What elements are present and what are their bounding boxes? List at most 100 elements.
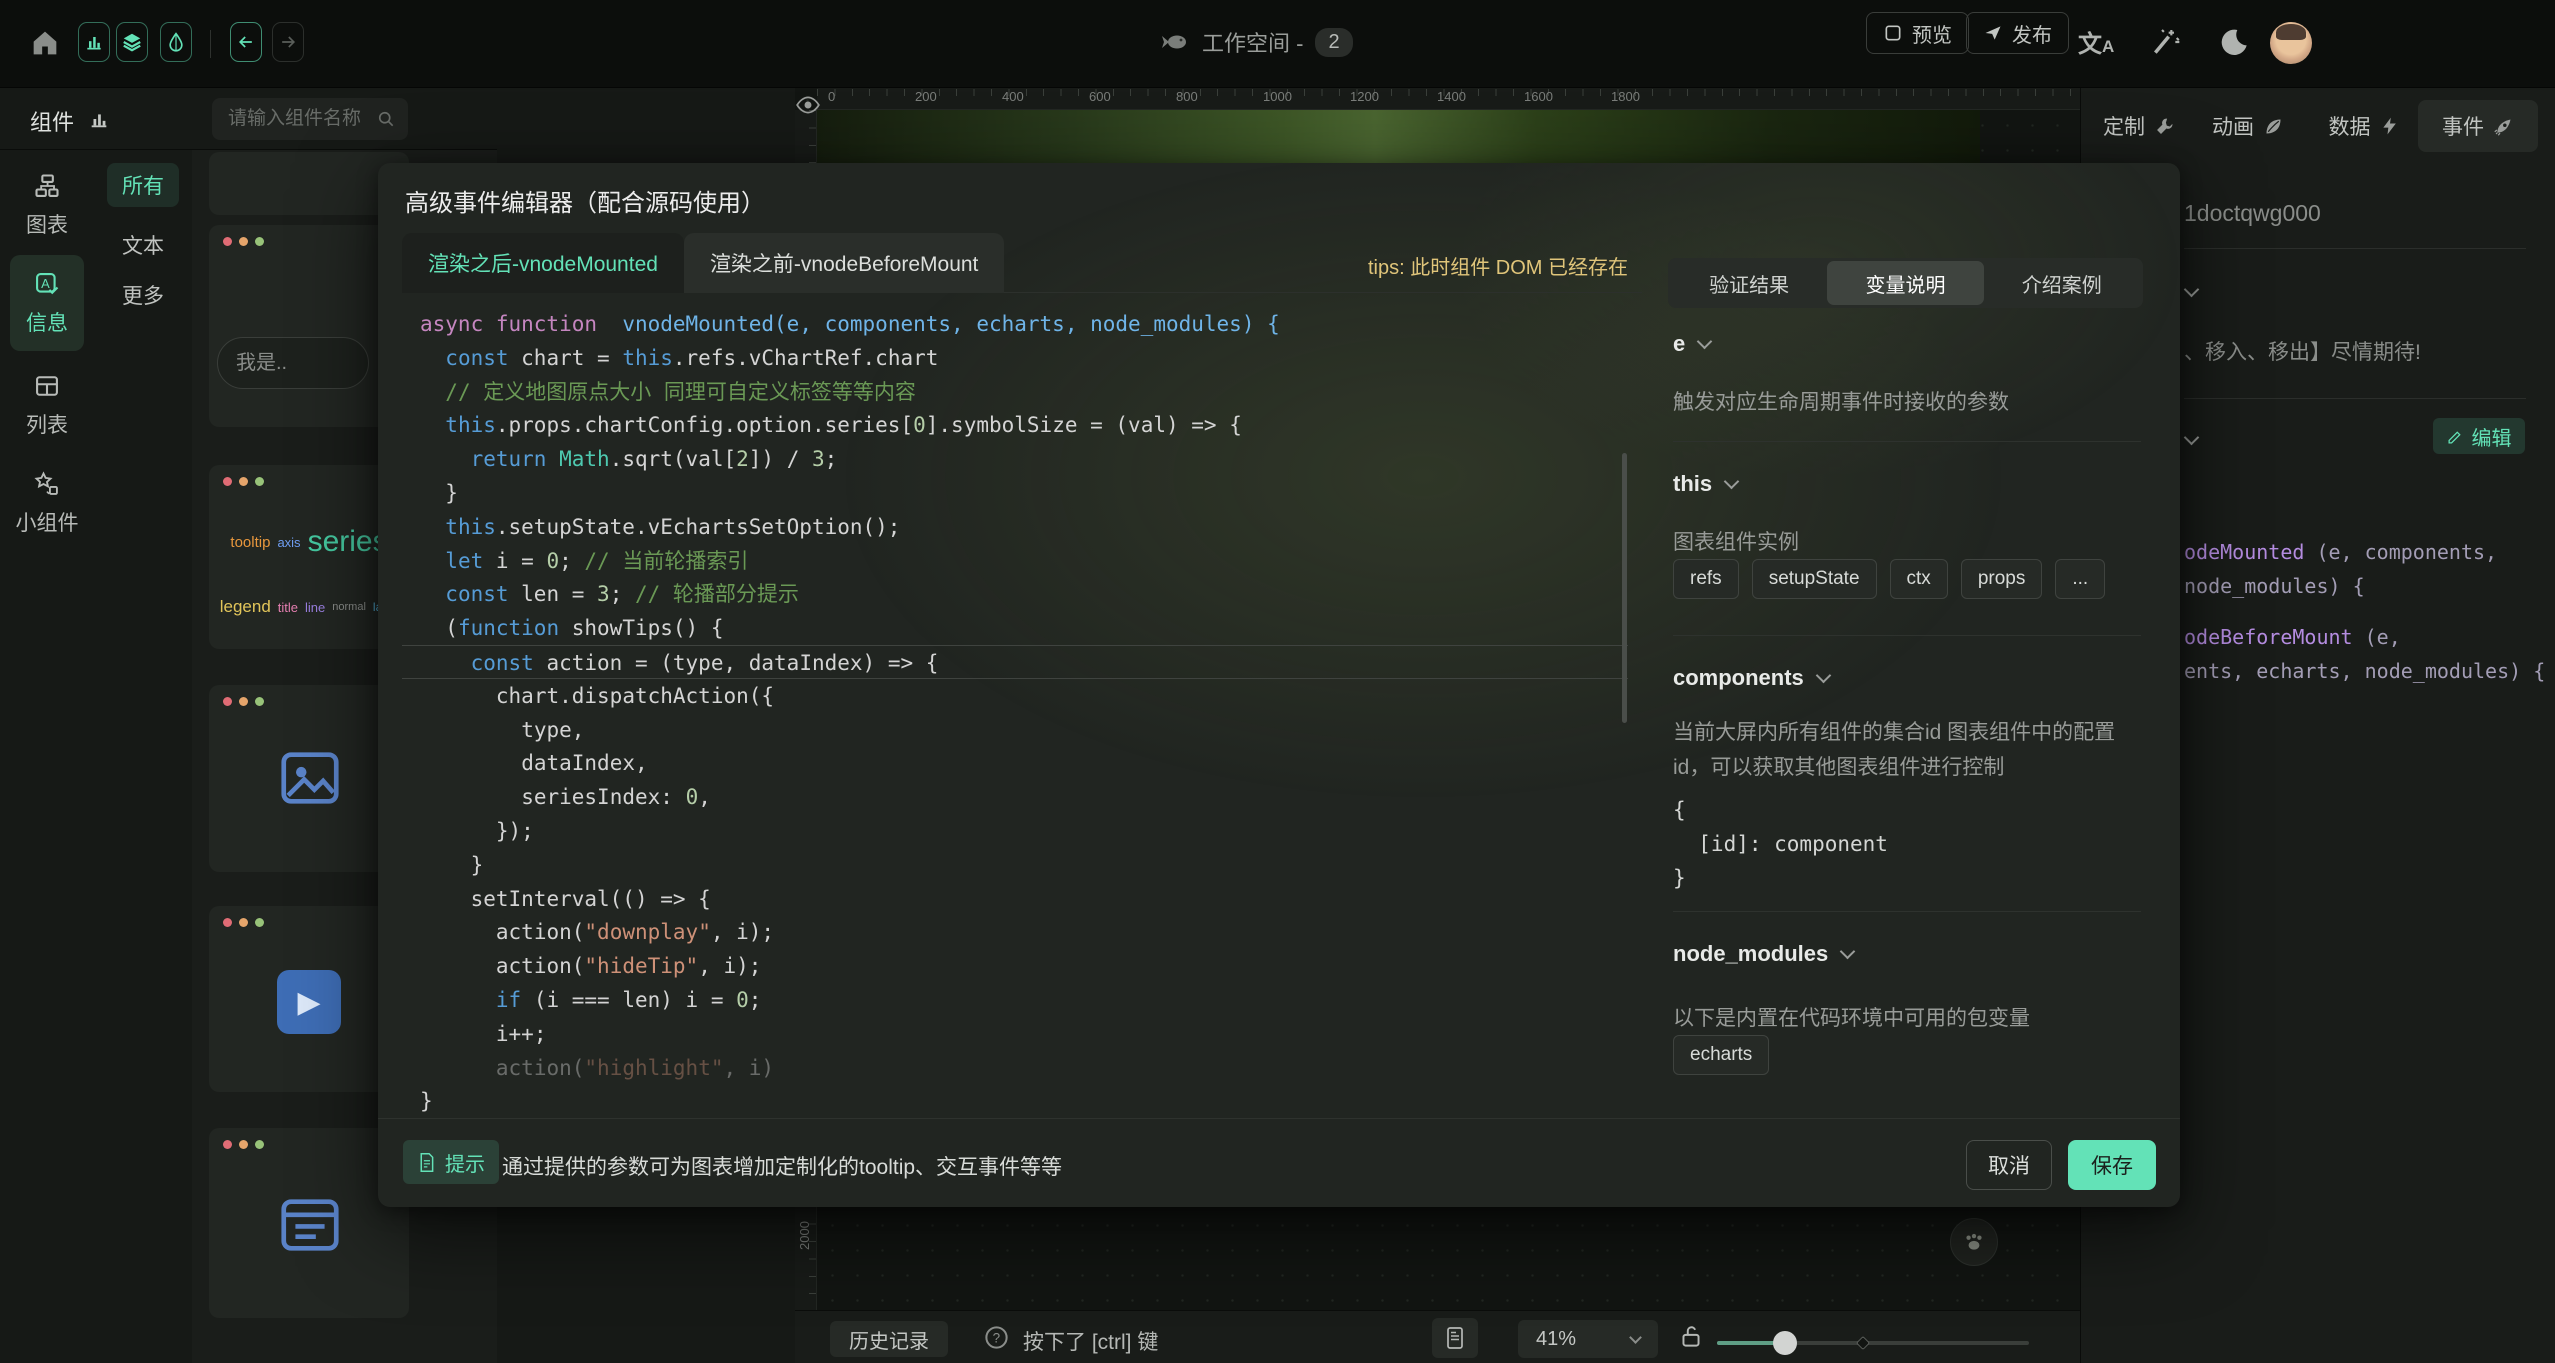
tab-variable-docs[interactable]: 变量说明 [1827,261,1983,305]
filter-all[interactable]: 所有 [107,163,179,207]
nav-item-info[interactable]: A 信息 [10,255,84,351]
home-icon[interactable] [28,26,62,65]
translate-icon[interactable]: 文A [2078,24,2114,59]
divider [2184,248,2526,249]
rocket-icon [2493,116,2514,137]
tab-customize[interactable]: 定制 [2091,100,2187,152]
collapse-section-button[interactable] [2186,430,2197,448]
zoom-slider-handle[interactable] [1773,1331,1797,1355]
ruler-number: 1800 [1611,89,1640,104]
layers-mode-button[interactable] [116,22,148,62]
section-node-modules-title[interactable]: node_modules [1673,941,1853,967]
save-button[interactable]: 保存 [2068,1140,2156,1190]
docs-tab-group: 验证结果 变量说明 介绍案例 [1668,258,2143,308]
chevron-down-icon [1629,1331,1642,1344]
window-dots [223,1140,264,1149]
pen-mode-button[interactable] [160,22,192,62]
section-components-desc: 当前大屏内所有组件的集合id 图表组件中的配置id，可以获取其他图表组件进行控制 [1673,715,2133,785]
toolbar-divider [210,30,211,58]
preview-label: 预览 [1912,19,1952,48]
nav-item-charts[interactable]: 图表 [0,172,94,239]
tip-message: 通过提供的参数可为图表增加定制化的tooltip、交互事件等等 [502,1151,1062,1181]
events-teaser-text: 、移入、移出】尽情期待! [2184,336,2421,366]
event-code-preview: odeMounted (e, components,node_modules) … [2184,540,2544,800]
code-line: return Math.sqrt(val[2]) / 3; [402,442,1628,476]
chart-mode-button[interactable] [78,22,110,62]
bar-chart-icon [84,32,104,52]
nav-item-label: 小组件 [16,507,79,537]
unlock-icon[interactable] [1678,1323,1704,1356]
code-editor[interactable]: async function vnodeMounted(e, component… [402,293,1642,1261]
browser-icon [1883,23,1903,43]
redo-button[interactable] [272,22,304,62]
tab-intro-examples[interactable]: 介绍案例 [1984,261,2140,305]
tab-data[interactable]: 数据 [2316,100,2412,152]
tab-animation[interactable]: 动画 [2199,100,2297,152]
wordcloud-word: line [305,600,325,615]
chevron-down-icon [2184,282,2200,298]
edit-events-button[interactable]: 编辑 [2433,418,2525,454]
code-line: this.setupState.vEchartsSetOption(); [402,510,1628,544]
workspace-title[interactable]: 工作空间 - 2 [1160,20,1353,64]
section-this-desc: 图表组件实例 [1673,525,2133,560]
tab-validation-result[interactable]: 验证结果 [1671,261,1827,305]
layout-panel-button[interactable] [1432,1318,1478,1358]
section-components-title[interactable]: components [1673,665,1829,691]
ruler-number: 400 [1002,89,1024,104]
ruler-horizontal: 020040060080010001200140016001800 [817,88,2080,110]
section-e-title[interactable]: e [1673,331,1710,357]
search-input[interactable] [228,108,376,130]
filter-more[interactable]: 更多 [107,273,179,317]
nav-item-tables[interactable]: 列表 [0,372,94,439]
user-avatar[interactable] [2270,22,2312,64]
help-icon[interactable]: ? [983,1324,1010,1356]
collapse-section-button[interactable] [2186,282,2197,300]
publish-button[interactable]: 发布 [1966,12,2069,54]
code-line: action("hideTip", i); [402,949,1628,983]
modal-title: 高级事件编辑器（配合源码使用） [405,183,765,218]
chevron-down-icon [1724,473,1740,489]
param-name: node_modules [1673,941,1828,967]
nav-item-label: 列表 [26,409,68,439]
section-this-title[interactable]: this [1673,471,1737,497]
window-dots [223,237,264,246]
nav-item-widgets[interactable]: 小组件 [0,470,94,537]
play-icon: ▶ [277,970,341,1034]
tip-badge: 提示 [403,1140,499,1184]
magic-wand-icon[interactable] [2150,26,2182,63]
leaf-icon [2263,116,2284,137]
dark-mode-moon-icon[interactable] [2218,26,2250,63]
iframe-window-icon [275,1190,345,1265]
floating-pet-button[interactable] [1950,1218,1998,1266]
code-line: async function vnodeMounted(e, component… [402,307,1628,341]
eye-icon[interactable] [795,92,821,123]
event-code-line: odeBeforeMount (e, [2184,625,2401,649]
ruler-number: 1200 [1350,89,1379,104]
tab-vnode-before-mount[interactable]: 渲染之前-vnodeBeforeMount [684,233,1004,293]
history-button[interactable]: 历史记录 [830,1321,948,1357]
editor-scrollbar[interactable] [1622,453,1627,723]
chevron-down-icon [1697,333,1713,349]
lightning-icon [2380,116,2400,136]
zoom-select[interactable]: 41% [1518,1320,1658,1358]
components-title-chart-icon [88,108,110,135]
tab-events[interactable]: 事件 [2418,100,2538,152]
search-icon[interactable] [376,109,396,129]
chevron-down-icon [1816,667,1832,683]
tab-vnode-mounted[interactable]: 渲染之后-vnodeMounted [402,233,684,293]
code-line: (function showTips() { [402,611,1628,645]
divider [1673,441,2141,442]
wordcloud-word: axis [277,535,300,550]
undo-button[interactable] [230,22,262,62]
preview-button[interactable]: 预览 [1866,12,1969,54]
wordcloud-word: normal [332,601,366,613]
key-hint: 按下了 [ctrl] 键 [1023,1326,1158,1356]
component-category-nav: 图表 A 信息 列表 小组件 [0,150,94,1363]
svg-text:?: ? [993,1331,1001,1346]
filter-text[interactable]: 文本 [107,223,179,267]
canvas-status-bar: 历史记录 ? 按下了 [ctrl] 键 41% [795,1310,2080,1363]
tab-label: 数据 [2329,111,2371,141]
component-filter-list: 所有 文本 更多 [94,150,192,1363]
chevron-down-icon [1840,943,1856,959]
cancel-button[interactable]: 取消 [1966,1140,2052,1190]
